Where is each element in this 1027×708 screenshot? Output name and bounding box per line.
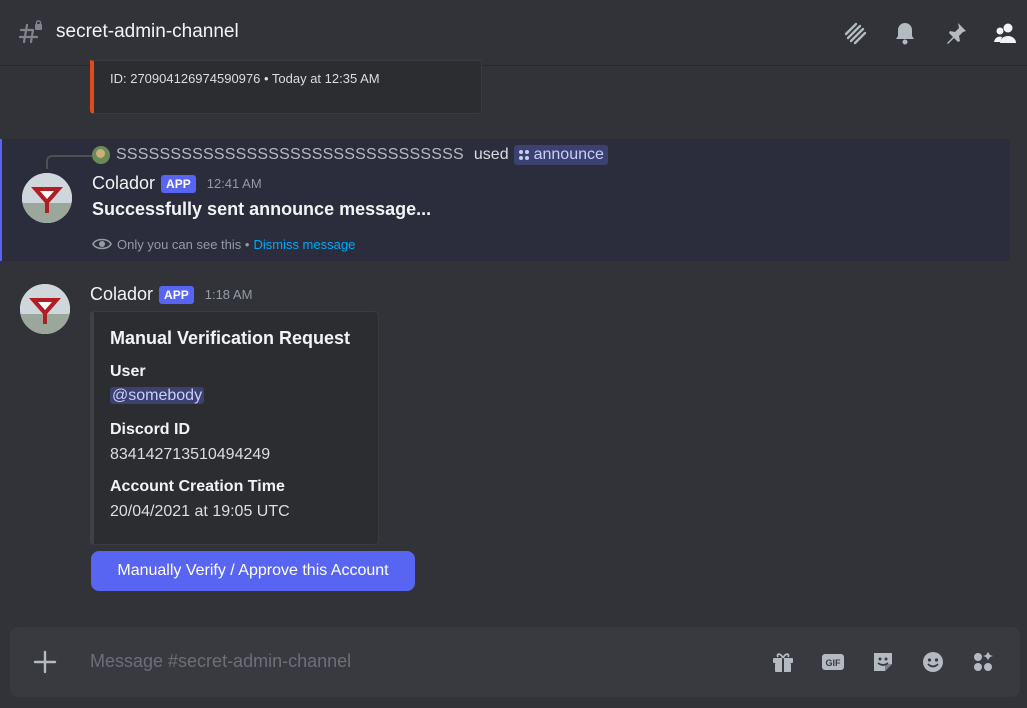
field-value-creation-time: 20/04/2021 at 19:05 UTC bbox=[110, 503, 290, 520]
user-mini-avatar[interactable] bbox=[92, 146, 110, 164]
message-timestamp: 12:41 AM bbox=[206, 176, 262, 191]
plus-icon[interactable] bbox=[32, 649, 58, 675]
members-icon[interactable] bbox=[992, 20, 1018, 46]
bot-avatar[interactable] bbox=[22, 173, 72, 223]
discord-app: secret-admin-channel ID: 270904126974590… bbox=[0, 0, 1027, 708]
author-name[interactable]: Colador bbox=[92, 173, 155, 194]
embed-title: Manual Verification Request bbox=[110, 328, 351, 348]
only-you-text: Only you can see this • bbox=[117, 236, 250, 252]
apps-icon[interactable] bbox=[970, 649, 996, 675]
message-timestamp: 1:18 AM bbox=[204, 287, 253, 302]
svg-text:GIF: GIF bbox=[826, 658, 842, 668]
verification-embed: Manual Verification Request User @somebo… bbox=[90, 311, 379, 545]
used-label: used bbox=[473, 146, 509, 163]
embed-footer: ID: 270904126974590976 • Today at 12:35 … bbox=[110, 71, 380, 86]
previous-embed: ID: 270904126974590976 • Today at 12:35 … bbox=[90, 60, 482, 114]
bot-avatar[interactable] bbox=[20, 284, 70, 334]
channel-header: secret-admin-channel bbox=[0, 0, 1027, 66]
reply-username[interactable]: SSSSSSSSSSSSSSSSSSSSSSSSSSSSSSSS bbox=[116, 146, 464, 164]
dismiss-message-link[interactable]: Dismiss message bbox=[253, 237, 355, 252]
command-chip[interactable]: announce bbox=[513, 145, 608, 165]
eye-icon bbox=[92, 238, 112, 250]
slash-command-icon bbox=[518, 150, 529, 160]
ephemeral-message: SSSSSSSSSSSSSSSSSSSSSSSSSSSSSSSS used an… bbox=[0, 139, 1010, 261]
ephemeral-notice: Only you can see this • Dismiss message bbox=[92, 236, 355, 252]
colador-logo-icon bbox=[22, 173, 72, 223]
sticker-icon[interactable] bbox=[870, 649, 896, 675]
app-badge: APP bbox=[161, 174, 196, 193]
manually-verify-button[interactable]: Manually Verify / Approve this Account bbox=[91, 551, 415, 591]
field-name-user: User bbox=[110, 363, 146, 380]
pin-icon[interactable] bbox=[943, 20, 969, 46]
threads-icon[interactable] bbox=[842, 20, 868, 46]
user-mention[interactable]: @somebody bbox=[110, 387, 205, 404]
channel-hash-lock-icon bbox=[18, 20, 42, 44]
gif-icon[interactable]: GIF bbox=[820, 649, 846, 675]
command-reply-header: SSSSSSSSSSSSSSSSSSSSSSSSSSSSSSSS used an… bbox=[92, 145, 608, 165]
colador-logo-icon bbox=[20, 284, 70, 334]
field-name-discord-id: Discord ID bbox=[110, 421, 191, 438]
author-name[interactable]: Colador bbox=[90, 284, 153, 305]
app-badge: APP bbox=[159, 285, 194, 304]
field-name-creation-time: Account Creation Time bbox=[110, 478, 285, 495]
author-row: Colador APP 12:41 AM bbox=[92, 173, 262, 194]
channel-title: secret-admin-channel bbox=[56, 21, 239, 42]
message-list[interactable]: ID: 270904126974590976 • Today at 12:35 … bbox=[0, 60, 1027, 626]
field-value-discord-id: 834142713510494249 bbox=[110, 446, 271, 463]
field-value-user: @somebody bbox=[110, 387, 205, 405]
message-input[interactable]: Message #secret-admin-channel bbox=[90, 651, 351, 672]
author-row: Colador APP 1:18 AM bbox=[90, 284, 252, 305]
message-composer: Message #secret-admin-channel GIF bbox=[10, 627, 1020, 697]
emoji-icon[interactable] bbox=[920, 649, 946, 675]
command-name: announce bbox=[533, 146, 604, 163]
bell-icon[interactable] bbox=[892, 20, 918, 46]
reply-connector bbox=[46, 155, 92, 169]
gift-icon[interactable] bbox=[770, 649, 796, 675]
message-content: Successfully sent announce message... bbox=[92, 199, 432, 219]
